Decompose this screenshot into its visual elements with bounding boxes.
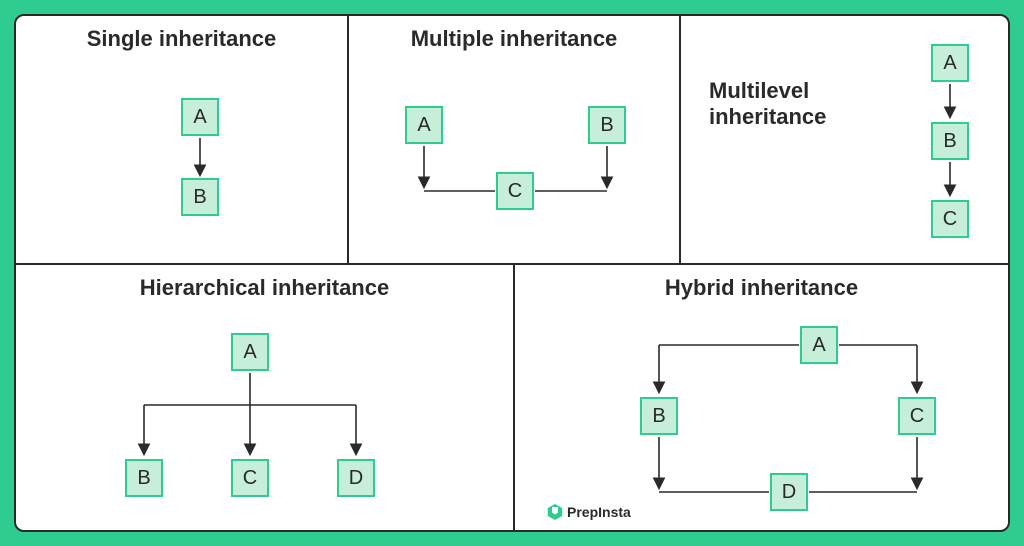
- node-hybrid-d: D: [770, 473, 808, 511]
- panel-title-hybrid: Hybrid inheritance: [515, 265, 1008, 307]
- node-hierarchical-b: B: [125, 459, 163, 497]
- node-multiple-a: A: [405, 106, 443, 144]
- node-single-b: B: [181, 178, 219, 216]
- panel-title-multiple: Multiple inheritance: [349, 16, 679, 58]
- node-multilevel-b: B: [931, 122, 969, 160]
- panel-title-multilevel: Multilevel inheritance: [681, 16, 881, 137]
- panel-title-hierarchical: Hierarchical inheritance: [16, 265, 513, 307]
- node-multiple-b: B: [588, 106, 626, 144]
- node-hierarchical-a: A: [231, 333, 269, 371]
- node-multiple-c: C: [496, 172, 534, 210]
- node-hybrid-a: A: [800, 326, 838, 364]
- brand-text: PrepInsta: [567, 504, 631, 520]
- panel-hybrid: Hybrid inheritance A B C D PrepInsta: [514, 264, 1008, 530]
- brand-label: PrepInsta: [547, 504, 631, 520]
- node-single-a: A: [181, 98, 219, 136]
- node-multilevel-a: A: [931, 44, 969, 82]
- brand-icon: [547, 504, 563, 520]
- node-hybrid-c: C: [898, 397, 936, 435]
- node-hierarchical-c: C: [231, 459, 269, 497]
- diagram-canvas: Single inheritance A B Multiple inherita…: [14, 14, 1010, 532]
- node-multilevel-c: C: [931, 200, 969, 238]
- panel-title-single: Single inheritance: [16, 16, 347, 58]
- panel-multiple: Multiple inheritance A B C: [348, 16, 680, 264]
- node-hierarchical-d: D: [337, 459, 375, 497]
- panel-multilevel: Multilevel inheritance A B C: [680, 16, 1008, 264]
- panel-hierarchical: Hierarchical inheritance A B C D: [16, 264, 514, 530]
- panel-single: Single inheritance A B: [16, 16, 348, 264]
- node-hybrid-b: B: [640, 397, 678, 435]
